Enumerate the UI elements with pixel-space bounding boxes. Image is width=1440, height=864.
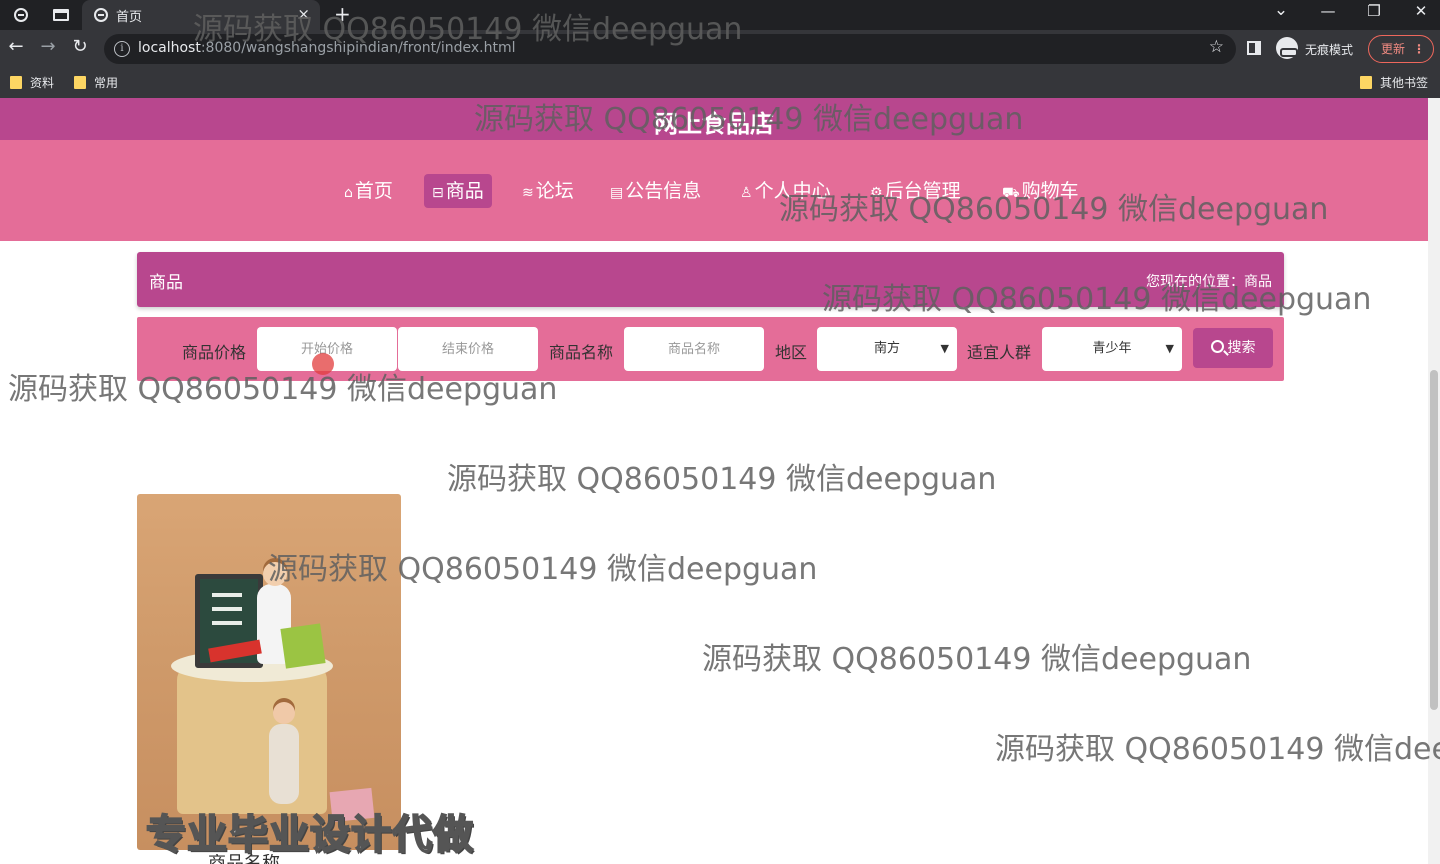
bookmark-star-icon[interactable]: ☆ [1209, 37, 1224, 57]
browser-tab-strip: 首页 × + ⌄ — ❐ ✕ [0, 0, 1440, 30]
cursor-highlight [312, 353, 334, 375]
app-globe-icon[interactable] [10, 4, 32, 26]
price-label: 商品价格 [182, 343, 247, 362]
back-button[interactable]: ← [4, 36, 28, 57]
address-bar[interactable]: i localhost:8080/wangshangshipindian/fro… [104, 34, 1236, 64]
bookmarks-bar: 资料 常用 其他书签 [0, 68, 1440, 98]
side-panel-icon[interactable] [1247, 41, 1261, 55]
product-name[interactable]: 商品名称 [208, 854, 328, 864]
nav-admin[interactable]: ⚙ 后台管理 [862, 174, 969, 208]
gear-icon: ⚙ [870, 185, 883, 201]
chevron-down-icon: ▼ [1165, 342, 1174, 355]
breadcrumb: 您现在的位置：商品 [1146, 274, 1272, 290]
nav-products[interactable]: ⊟ 商品 [424, 174, 492, 208]
other-bookmarks[interactable]: 其他书签 [1360, 74, 1428, 91]
search-icon [1210, 340, 1224, 353]
chevron-down-icon: ▼ [940, 342, 949, 355]
tab-favicon-globe-icon [94, 8, 108, 22]
nav-announcements[interactable]: ▤ 公告信息 [602, 174, 709, 208]
section-title: 商品 [149, 273, 183, 293]
search-form: 商品价格 商品名称 地区 南方▼ 适宜人群 青少年▼ 搜索 [137, 317, 1284, 381]
browser-toolbar: ← → ↻ i localhost:8080/wangshangshipindi… [0, 30, 1440, 68]
name-input[interactable] [624, 327, 764, 371]
cart-icon: ⛟ [1002, 185, 1020, 201]
bookmark-folder-1[interactable]: 资料 [10, 74, 54, 91]
site-header: 网上食品店 [0, 98, 1428, 140]
crowd-label: 适宜人群 [967, 343, 1032, 362]
incognito-label: 无痕模式 [1305, 43, 1354, 57]
site-info-icon[interactable]: i [114, 41, 130, 57]
browser-tab-active[interactable]: 首页 × [82, 0, 320, 30]
minimize-button[interactable]: — [1313, 2, 1343, 20]
gift-icon: ⊟ [432, 185, 444, 201]
tab-close-icon[interactable]: × [297, 5, 310, 23]
close-window-button[interactable]: ✕ [1406, 2, 1436, 20]
forward-button[interactable]: → [36, 36, 60, 57]
reload-button[interactable]: ↻ [68, 36, 92, 57]
tab-title: 首页 [116, 10, 143, 25]
site-title: 网上食品店 [654, 110, 774, 138]
notice-icon: ▤ [610, 185, 624, 201]
home-icon: ⌂ [344, 185, 353, 201]
product-image[interactable] [137, 494, 401, 850]
menu-dots-icon[interactable]: ⋮ [1413, 36, 1425, 62]
user-icon: ♙ [740, 185, 753, 201]
incognito-icon[interactable] [1276, 37, 1298, 59]
price-end-input[interactable] [398, 327, 538, 371]
bookmark-folder-2[interactable]: 常用 [74, 74, 118, 91]
main-nav: ⌂ 首页 ⊟ 商品 ≋ 论坛 ▤ 公告信息 ♙ 个人中心 ⚙ 后台管理 ⛟ 购物车 [0, 140, 1428, 241]
update-button[interactable]: 更新 ⋮ [1368, 35, 1434, 63]
region-select[interactable]: 南方 ▼ [817, 327, 957, 371]
restore-button[interactable]: ❐ [1359, 2, 1389, 20]
nav-home[interactable]: ⌂ 首页 [336, 174, 401, 208]
page-scrollbar[interactable] [1428, 98, 1440, 864]
screen: 首页 × + ⌄ — ❐ ✕ ← → ↻ i localhost:8080/wa… [0, 0, 1440, 864]
nav-user-center[interactable]: ♙ 个人中心 [732, 174, 839, 208]
scrollbar-thumb[interactable] [1430, 370, 1438, 710]
folder-icon [74, 76, 86, 89]
new-tab-button[interactable]: + [334, 2, 351, 26]
name-label: 商品名称 [549, 343, 614, 362]
nav-forum[interactable]: ≋ 论坛 [514, 174, 582, 208]
nav-cart[interactable]: ⛟ 购物车 [994, 174, 1087, 208]
tab-search-icon[interactable]: ⌄ [1266, 0, 1296, 20]
window-icon[interactable] [50, 4, 72, 26]
region-label: 地区 [775, 343, 808, 362]
folder-icon [1360, 76, 1372, 89]
image-overlay-text: 专业毕业设计代做 [145, 811, 474, 859]
folder-icon [10, 76, 22, 89]
url-text[interactable]: localhost:8080/wangshangshipindian/front… [138, 40, 516, 56]
search-button[interactable]: 搜索 [1193, 328, 1273, 368]
section-header: 商品 您现在的位置：商品 [137, 252, 1284, 307]
layers-icon: ≋ [522, 185, 534, 201]
crowd-select[interactable]: 青少年 ▼ [1042, 327, 1182, 371]
web-page: 网上食品店 ⌂ 首页 ⊟ 商品 ≋ 论坛 ▤ 公告信息 ♙ 个人中心 ⚙ 后台管理 ⛟ 购物车 [0, 98, 1428, 864]
